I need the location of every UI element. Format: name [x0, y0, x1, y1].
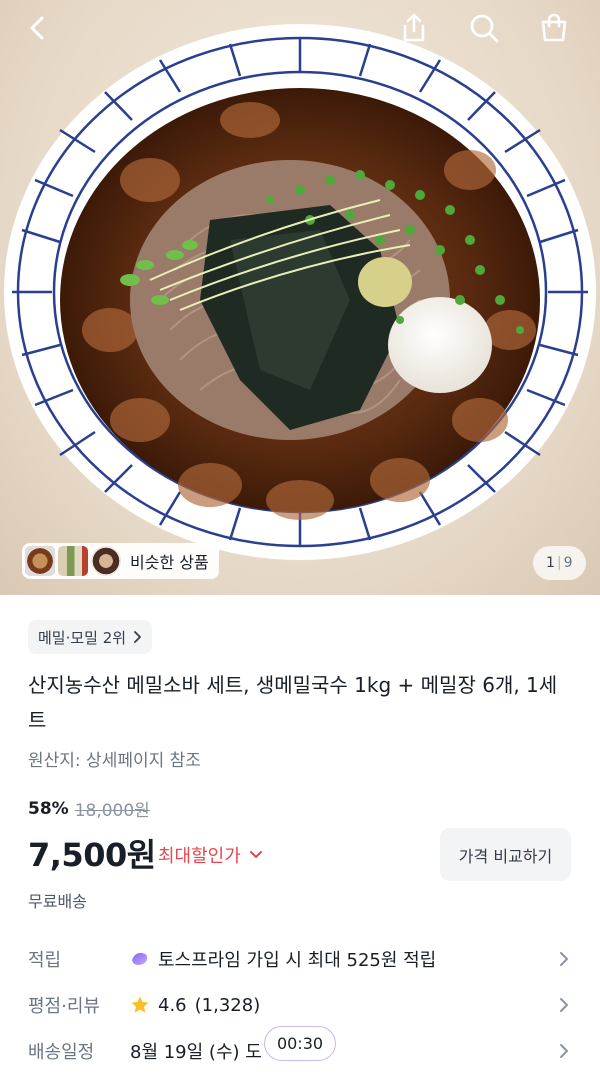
- rating-label: 평점·리뷰: [28, 996, 100, 1017]
- back-button[interactable]: [16, 6, 60, 50]
- similar-products-button[interactable]: 비슷한 상품: [22, 543, 219, 579]
- rank-label: 메밀·모밀 2위: [38, 628, 127, 647]
- image-pager: 1 | 9: [533, 546, 586, 580]
- delivery-label: 배송일정: [28, 1042, 95, 1063]
- discount-row: 58% 18,000원: [28, 796, 150, 822]
- points-value: 토스프라임 가입 시 최대 525원 적립: [158, 950, 437, 971]
- rating-score: 4.6: [158, 994, 187, 1016]
- delivery-value: 8월 19일 (수) 도: [130, 1042, 262, 1063]
- category-rank-chip[interactable]: 메밀·모밀 2위: [28, 620, 153, 654]
- sale-price: 7,500원: [28, 836, 156, 874]
- back-icon: [30, 16, 44, 40]
- chevron-down-icon: [249, 851, 262, 858]
- cart-icon: [541, 13, 567, 42]
- similar-thumbnail: [25, 546, 55, 576]
- share-icon: [403, 13, 425, 42]
- product-image-gallery[interactable]: 비슷한 상품 1 | 9: [0, 0, 600, 595]
- pager-separator: |: [556, 555, 562, 571]
- timer-badge: 00:30: [264, 1026, 336, 1061]
- similar-thumbnail: [91, 546, 121, 576]
- product-origin: 원산지: 상세페이지 참조: [28, 751, 201, 771]
- share-button[interactable]: [392, 6, 436, 50]
- rating-value-group: 4.6 (1,328): [130, 995, 572, 1016]
- price-compare-button[interactable]: 가격 비교하기: [440, 828, 571, 881]
- shipping-info: 무료배송: [28, 892, 87, 911]
- points-row[interactable]: 적립 토스프라임 가입 시 최대 525원 적립: [28, 942, 572, 976]
- chevron-right-icon: [134, 631, 141, 643]
- rating-row[interactable]: 평점·리뷰 4.6 (1,328): [28, 988, 572, 1022]
- pager-total: 9: [563, 555, 573, 571]
- review-count: (1,328): [194, 994, 261, 1016]
- chevron-right-icon: [560, 1044, 568, 1058]
- points-label: 적립: [28, 950, 62, 971]
- chevron-right-icon: [560, 998, 568, 1012]
- product-photo: [4, 24, 596, 560]
- points-value-group: 토스프라임 가입 시 최대 525원 적립: [130, 946, 572, 972]
- star-icon: [131, 996, 149, 1013]
- max-discount-label: 최대할인가: [158, 846, 241, 867]
- search-icon: [470, 14, 499, 43]
- similar-thumbnail: [58, 546, 88, 576]
- top-navigation-bar: [0, 0, 600, 56]
- search-button[interactable]: [462, 6, 506, 50]
- cart-button[interactable]: [532, 6, 576, 50]
- pager-current: 1: [546, 555, 555, 571]
- max-discount-toggle[interactable]: 최대할인가: [158, 842, 263, 868]
- similar-products-label: 비슷한 상품: [130, 553, 209, 572]
- prime-icon: [132, 952, 148, 965]
- discount-rate: 58%: [28, 798, 69, 819]
- bottom-fade: [0, 1070, 600, 1085]
- product-title: 산지농수산 메밀소바 세트, 생메밀국수 1kg + 메밀장 6개, 1세트: [28, 673, 558, 732]
- original-price: 18,000원: [74, 801, 150, 821]
- chevron-right-icon: [560, 952, 568, 966]
